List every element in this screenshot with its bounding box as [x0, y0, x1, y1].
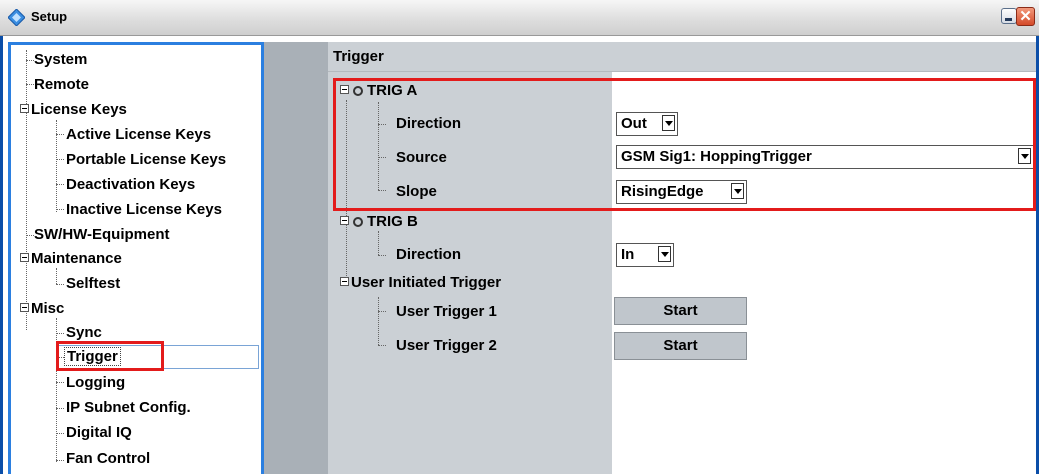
- user-trigger-1-start-button[interactable]: Start: [614, 297, 747, 325]
- panel-divider: [264, 42, 328, 474]
- highlight-box-trigger: [56, 341, 164, 371]
- user-trigger-2-label: User Trigger 2: [396, 337, 497, 354]
- window-title: Setup: [31, 9, 68, 24]
- sidebar-item-inactive-license-keys[interactable]: Inactive License Keys: [66, 199, 222, 221]
- minimize-icon: [1005, 18, 1012, 21]
- sidebar-item-remote[interactable]: Remote: [34, 74, 89, 96]
- sidebar-item-deactivation-keys[interactable]: Deactivation Keys: [66, 174, 195, 196]
- close-button[interactable]: ✕: [1016, 7, 1035, 26]
- tree-line: [26, 50, 27, 330]
- sidebar-item-logging[interactable]: Logging: [66, 372, 125, 394]
- sidebar-item-license-keys[interactable]: License Keys: [20, 99, 127, 121]
- tree-line: [56, 318, 57, 462]
- trig-b-direction-label: Direction: [396, 246, 462, 263]
- minimize-button[interactable]: [1001, 8, 1017, 24]
- collapse-icon[interactable]: [340, 277, 349, 286]
- circle-icon: [353, 217, 363, 227]
- collapse-icon[interactable]: [20, 253, 29, 262]
- sidebar-item-sw-hw-equipment[interactable]: SW/HW-Equipment: [34, 224, 170, 246]
- collapse-icon[interactable]: [20, 303, 29, 312]
- title-bar: Setup ✕: [0, 0, 1039, 36]
- sidebar-item-portable-license-keys[interactable]: Portable License Keys: [66, 149, 226, 171]
- trig-b-node[interactable]: TRIG B: [340, 210, 418, 234]
- sidebar-item-system[interactable]: System: [34, 49, 87, 71]
- page-title: Trigger: [333, 48, 384, 65]
- sidebar-item-ip-subnet-config[interactable]: IP Subnet Config.: [66, 397, 191, 419]
- user-trigger-2-start-button[interactable]: Start: [614, 332, 747, 360]
- collapse-icon[interactable]: [340, 216, 349, 225]
- trig-b-direction-select[interactable]: In: [616, 243, 674, 267]
- highlight-box-trig-a: [333, 78, 1036, 211]
- dropdown-arrow-icon[interactable]: [658, 246, 671, 262]
- tree-line: [56, 268, 57, 284]
- sidebar-item-fan-control[interactable]: Fan Control: [66, 448, 150, 470]
- collapse-icon[interactable]: [20, 104, 29, 113]
- sidebar-item-active-license-keys[interactable]: Active License Keys: [66, 124, 211, 146]
- user-trigger-node[interactable]: User Initiated Trigger: [340, 271, 501, 295]
- sidebar-item-misc[interactable]: Misc: [20, 298, 64, 320]
- sidebar-item-selftest[interactable]: Selftest: [66, 273, 120, 295]
- user-trigger-1-label: User Trigger 1: [396, 303, 497, 320]
- sidebar-item-digital-iq[interactable]: Digital IQ: [66, 422, 132, 444]
- close-icon: ✕: [1019, 8, 1032, 25]
- trigger-panel-header: [328, 42, 1036, 72]
- settings-app-icon: [8, 9, 25, 26]
- sidebar-item-maintenance[interactable]: Maintenance: [20, 248, 122, 270]
